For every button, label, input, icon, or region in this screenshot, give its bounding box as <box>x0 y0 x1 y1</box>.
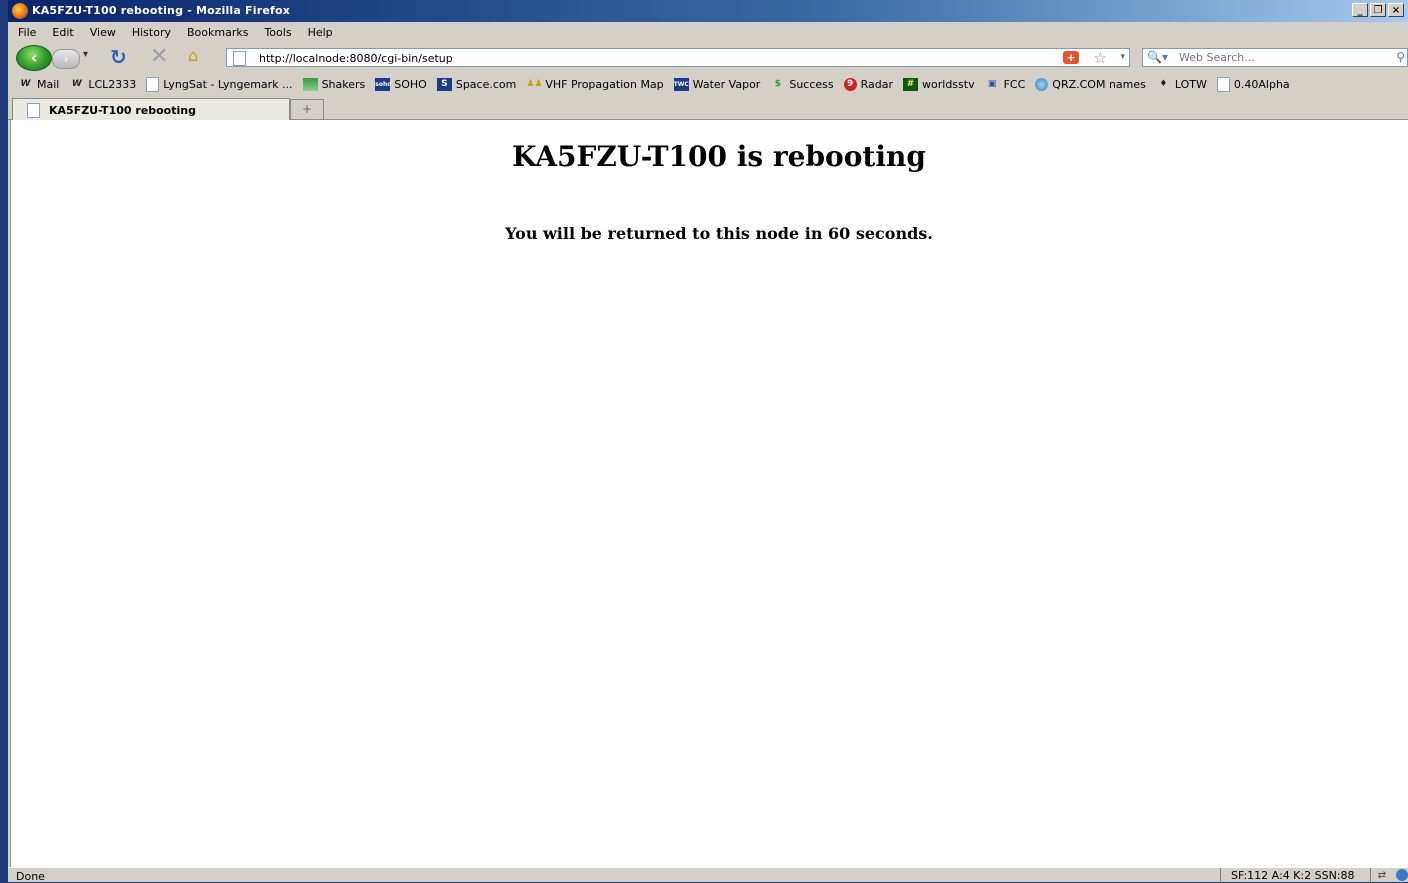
tab-label: KA5FZU-T100 rebooting <box>49 104 196 117</box>
navigation-toolbar: ‹ › ▾ ↻ ✕ ⌂ http://localnode:8080/cgi-bi… <box>8 42 1408 72</box>
wave-icon <box>302 77 318 91</box>
menu-help[interactable]: Help <box>300 26 341 39</box>
page-icon <box>233 51 246 66</box>
menu-edit[interactable]: Edit <box>44 26 81 39</box>
bookmark-mail[interactable]: W Mail <box>18 77 60 91</box>
bookmark-vhf[interactable]: ♟♟ VHF Propagation Map <box>526 78 663 91</box>
forward-arrow-icon: › <box>63 52 69 66</box>
history-dropdown-icon[interactable]: ▾ <box>83 49 88 60</box>
search-go-icon[interactable]: ⚲ <box>1396 50 1405 64</box>
bookmark-label: Radar <box>860 77 894 91</box>
bookmark-label: Mail <box>37 77 60 91</box>
restore-icon[interactable]: ❐ <box>1370 3 1386 17</box>
bookmark-040alpha[interactable]: 0.40Alpha <box>1216 76 1290 92</box>
bookmark-label: QRZ.COM names <box>1052 77 1146 91</box>
back-button[interactable]: ‹ <box>16 45 52 71</box>
bookmark-label: FCC <box>1003 77 1026 91</box>
radar-icon: 9 <box>843 77 857 91</box>
url-dropdown-icon[interactable]: ▾ <box>1120 52 1125 62</box>
menu-history[interactable]: History <box>124 26 179 39</box>
status-info: SF:112 A:4 K:2 SSN:88 <box>1220 868 1366 883</box>
bookmark-star-icon[interactable]: ☆ <box>1094 49 1107 67</box>
status-text: Done <box>16 870 45 883</box>
dollar-icon: $ <box>774 78 781 89</box>
minimize-icon[interactable]: _ <box>1352 3 1368 17</box>
home-icon[interactable]: ⌂ <box>188 46 198 65</box>
sstv-icon: # <box>903 77 919 91</box>
bookmark-label: Water Vapor <box>692 77 761 91</box>
reload-icon[interactable]: ↻ <box>110 45 127 69</box>
w-icon: W <box>71 78 82 89</box>
page-content: KA5FZU-T100 is rebooting You will be ret… <box>10 120 1408 867</box>
fcc-icon: ▣ <box>987 78 997 89</box>
bookmark-label: 0.40Alpha <box>1233 77 1290 91</box>
menu-file[interactable]: File <box>8 26 44 39</box>
bookmark-worldsstv[interactable]: # worldsstv <box>903 77 975 91</box>
bookmarks-toolbar: W Mail W LCL2333 LyngSat - Lyngemark ... S… <box>8 72 1408 96</box>
tab-strip: KA5FZU-T100 rebooting + <box>8 96 1408 120</box>
bookmark-lotw[interactable]: ♦ LOTW <box>1156 78 1207 91</box>
search-input[interactable] <box>1179 50 1379 65</box>
addon-status-icon[interactable] <box>1396 869 1408 881</box>
bookmark-label: LOTW <box>1174 77 1207 91</box>
menu-tools[interactable]: Tools <box>256 26 299 39</box>
bookmark-radar[interactable]: 9 Radar <box>843 77 894 91</box>
diamond-icon: ♦ <box>1159 78 1168 89</box>
bookmark-lcl2333[interactable]: W LCL2333 <box>69 78 136 91</box>
globe-icon <box>1035 77 1049 91</box>
bookmark-label: Space.com <box>455 77 517 91</box>
bookmark-qrz[interactable]: QRZ.COM names <box>1035 77 1146 91</box>
bookmark-lyngsat[interactable]: LyngSat - Lyngemark ... <box>146 76 293 92</box>
status-bar: Done SF:112 A:4 K:2 SSN:88 ⇄ <box>8 867 1408 883</box>
page-icon <box>146 76 160 92</box>
search-engine-icon[interactable]: 🔍▾ <box>1147 50 1168 64</box>
walkers-icon: ♟♟ <box>526 78 543 89</box>
tab-active[interactable]: KA5FZU-T100 rebooting <box>12 98 290 120</box>
page-icon <box>27 103 40 118</box>
soho-icon: soho <box>375 77 391 91</box>
space-icon: S <box>436 77 452 91</box>
bookmark-label: VHF Propagation Map <box>545 77 664 91</box>
network-icon[interactable]: ⇄ <box>1370 868 1393 883</box>
bookmark-label: LCL2333 <box>88 77 137 91</box>
url-text[interactable]: http://localnode:8080/cgi-bin/setup <box>259 52 453 65</box>
browser-window: KA5FZU-T100 rebooting - Mozilla Firefox … <box>8 0 1408 883</box>
bookmark-label: Success <box>789 77 834 91</box>
bookmark-shakers[interactable]: Shakers <box>302 77 366 91</box>
page-heading: KA5FZU-T100 is rebooting <box>512 140 926 173</box>
url-bar[interactable]: http://localnode:8080/cgi-bin/setup + ☆ … <box>226 48 1130 67</box>
addon-plus-icon[interactable]: + <box>1063 51 1079 64</box>
bookmark-label: LyngSat - Lyngemark ... <box>163 77 293 91</box>
window-title: KA5FZU-T100 rebooting - Mozilla Firefox <box>32 4 291 17</box>
page-icon <box>1216 76 1230 92</box>
menu-bar: File Edit View History Bookmarks Tools H… <box>8 22 1408 42</box>
bookmark-label: worldsstv <box>922 77 975 91</box>
bookmark-label: Shakers <box>321 77 366 91</box>
bookmark-water-vapor[interactable]: TWC Water Vapor <box>673 77 761 91</box>
new-tab-button[interactable]: + <box>290 99 324 119</box>
bookmark-success[interactable]: $ Success <box>770 77 834 91</box>
bookmark-label: SOHO <box>394 77 427 91</box>
w-icon: W <box>20 78 31 89</box>
title-bar: KA5FZU-T100 rebooting - Mozilla Firefox … <box>8 0 1408 22</box>
menu-view[interactable]: View <box>82 26 124 39</box>
menu-bookmarks[interactable]: Bookmarks <box>179 26 256 39</box>
twc-icon: TWC <box>673 77 689 91</box>
close-icon[interactable]: × <box>1388 3 1404 17</box>
window-controls: _ ❐ × <box>1352 3 1404 17</box>
bookmark-space[interactable]: S Space.com <box>436 77 517 91</box>
search-bar[interactable]: 🔍▾ ⚲ <box>1142 48 1408 67</box>
back-arrow-icon: ‹ <box>30 48 38 67</box>
plus-icon: + <box>301 102 313 116</box>
firefox-icon <box>12 3 28 19</box>
reboot-message: You will be returned to this node in 60 … <box>505 224 933 243</box>
bookmark-fcc[interactable]: ▣ FCC <box>985 77 1026 91</box>
forward-button[interactable]: › <box>52 49 80 69</box>
stop-icon[interactable]: ✕ <box>150 44 168 69</box>
bookmark-soho[interactable]: soho SOHO <box>375 77 427 91</box>
